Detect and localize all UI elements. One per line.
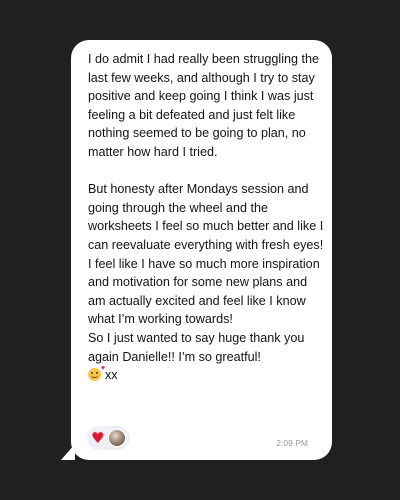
message-timestamp: 2:09 PM xyxy=(276,438,308,448)
message-paragraph: I do admit I had really been struggling … xyxy=(88,52,320,159)
message-text: I do admit I had really been struggling … xyxy=(88,50,325,385)
avatar xyxy=(108,429,127,447)
sign-off-line: ♥ xx xyxy=(88,365,325,385)
bubble-tail xyxy=(61,444,75,460)
message-paragraph: I feel like I have so much more inspirat… xyxy=(88,256,320,327)
sign-off-text: xx xyxy=(105,368,118,383)
heart-icon: ♥ xyxy=(91,428,105,447)
message-bubble[interactable]: I do admit I had really been struggling … xyxy=(61,40,332,460)
message-paragraph: So I just wanted to say huge thank you a… xyxy=(88,330,305,364)
message-paragraph: But honesty after Mondays session and go… xyxy=(88,182,324,252)
reactions-pill[interactable]: ♥ xyxy=(87,426,131,450)
smiling-face-with-hearts-icon: ♥ xyxy=(88,365,105,382)
